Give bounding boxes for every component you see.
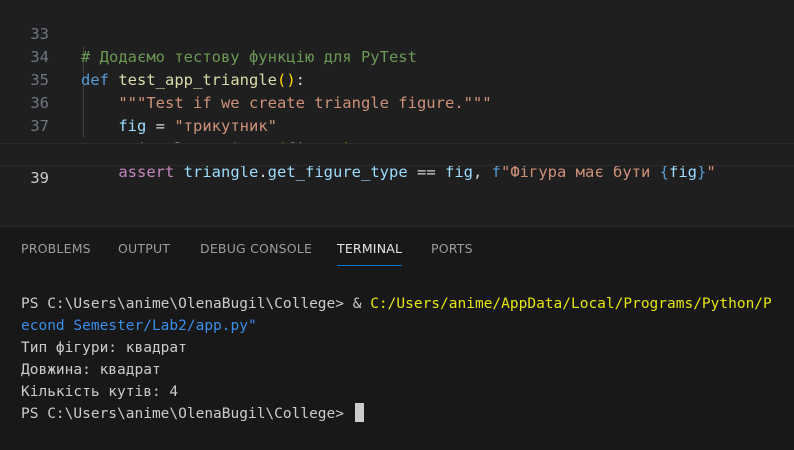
command-path: C:/Users/anime/AppData/Local/Programs/Py…	[370, 296, 772, 312]
code-line-33[interactable]: 33 # Додаємо тестову функцію для PyTest	[0, 0, 794, 66]
terminal-prompt-line: PS C:\Users\anime\OlenaBugil\College>	[21, 403, 364, 425]
terminal-output-line: Тип фігури: квадрат	[21, 340, 187, 356]
code-line-34[interactable]: 34 def test_app_triangle():	[0, 23, 794, 89]
terminal-cursor	[354, 403, 364, 422]
tab-ports[interactable]: PORTS	[431, 241, 473, 256]
tab-debug-console[interactable]: DEBUG CONSOLE	[200, 241, 312, 256]
code-line-37[interactable]: 37 triangle = Figure(fig, 4)	[0, 92, 794, 158]
code-line-35[interactable]: 35 """Test if we create triangle figure.…	[0, 46, 794, 112]
panel-tabs: PROBLEMS OUTPUT DEBUG CONSOLE TERMINAL P…	[0, 227, 794, 267]
terminal-prompt: PS C:\Users\anime\OlenaBugil\College>	[21, 406, 353, 422]
terminal-output-line: Довжина: квадрат	[21, 362, 161, 378]
terminal-output-line: Кількість кутів: 4	[21, 384, 179, 400]
tab-output[interactable]: OUTPUT	[118, 241, 170, 256]
terminal-command-continuation: econd Semester/Lab2/app.py"	[21, 318, 257, 334]
code-editor[interactable]: 33 # Додаємо тестову функцію для PyTest …	[0, 0, 794, 214]
call-operator: &	[352, 296, 371, 312]
code-line-38[interactable]: 38 assert triangle.get_figure_type == fi…	[0, 115, 794, 181]
code-line-36[interactable]: 36 fig = "трикутник"	[0, 69, 794, 135]
tab-terminal[interactable]: TERMINAL	[337, 241, 403, 266]
tab-problems[interactable]: PROBLEMS	[21, 241, 91, 256]
terminal-command-line: PS C:\Users\anime\OlenaBugil\College> & …	[21, 293, 772, 315]
line-number: 39	[30, 169, 49, 187]
code-line-39[interactable]: 39	[0, 143, 794, 187]
bottom-panel: PROBLEMS OUTPUT DEBUG CONSOLE TERMINAL P…	[0, 226, 794, 450]
terminal-prompt: PS C:\Users\anime\OlenaBugil\College>	[21, 296, 353, 312]
